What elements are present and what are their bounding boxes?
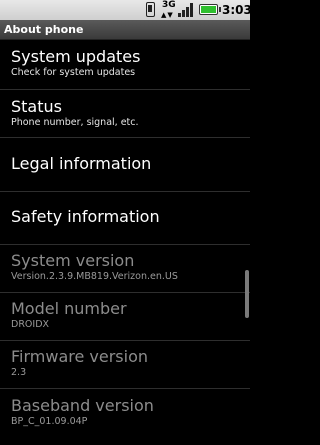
item-summary: Check for system updates <box>11 67 136 78</box>
item-title: Firmware version <box>11 347 149 366</box>
status-item[interactable]: Status Phone number, signal, etc. <box>0 90 250 138</box>
status-bar: 3G ▲▼ 3:03 <box>0 0 252 20</box>
scrollbar[interactable] <box>245 270 249 318</box>
firmware-version-item: Firmware version 2.3 <box>0 341 250 389</box>
item-summary: 2.3 <box>11 367 27 378</box>
phone-vibrate-icon <box>146 2 155 17</box>
model-number-item: Model number DROIDX <box>0 293 250 341</box>
item-title: Legal information <box>11 154 152 173</box>
item-summary: BP_C_01.09.04P <box>11 416 88 427</box>
baseband-version-item: Baseband version BP_C_01.09.04P <box>0 389 250 437</box>
settings-list: System updates Check for system updates … <box>0 41 250 437</box>
item-summary: DROIDX <box>11 319 50 330</box>
item-title: Baseband version <box>11 396 154 415</box>
item-title: Status <box>11 97 62 116</box>
clock: 3:03 <box>222 3 252 17</box>
system-version-item: System version Version.2.3.9.MB819.Veriz… <box>0 245 250 293</box>
data-arrows-icon: ▲▼ <box>161 11 174 19</box>
item-title: System updates <box>11 47 141 66</box>
item-title: Model number <box>11 299 127 318</box>
item-title: Safety information <box>11 207 160 226</box>
page-title: About phone <box>0 20 250 40</box>
legal-information-item[interactable]: Legal information <box>0 138 250 192</box>
safety-information-item[interactable]: Safety information <box>0 192 250 245</box>
signal-icon <box>178 3 193 17</box>
item-summary: Phone number, signal, etc. <box>11 117 139 128</box>
item-summary: Version.2.3.9.MB819.Verizon.en.US <box>11 271 178 282</box>
battery-icon <box>199 4 221 15</box>
item-title: System version <box>11 251 135 270</box>
system-updates-item[interactable]: System updates Check for system updates <box>0 41 250 90</box>
network-type: 3G <box>162 0 176 10</box>
